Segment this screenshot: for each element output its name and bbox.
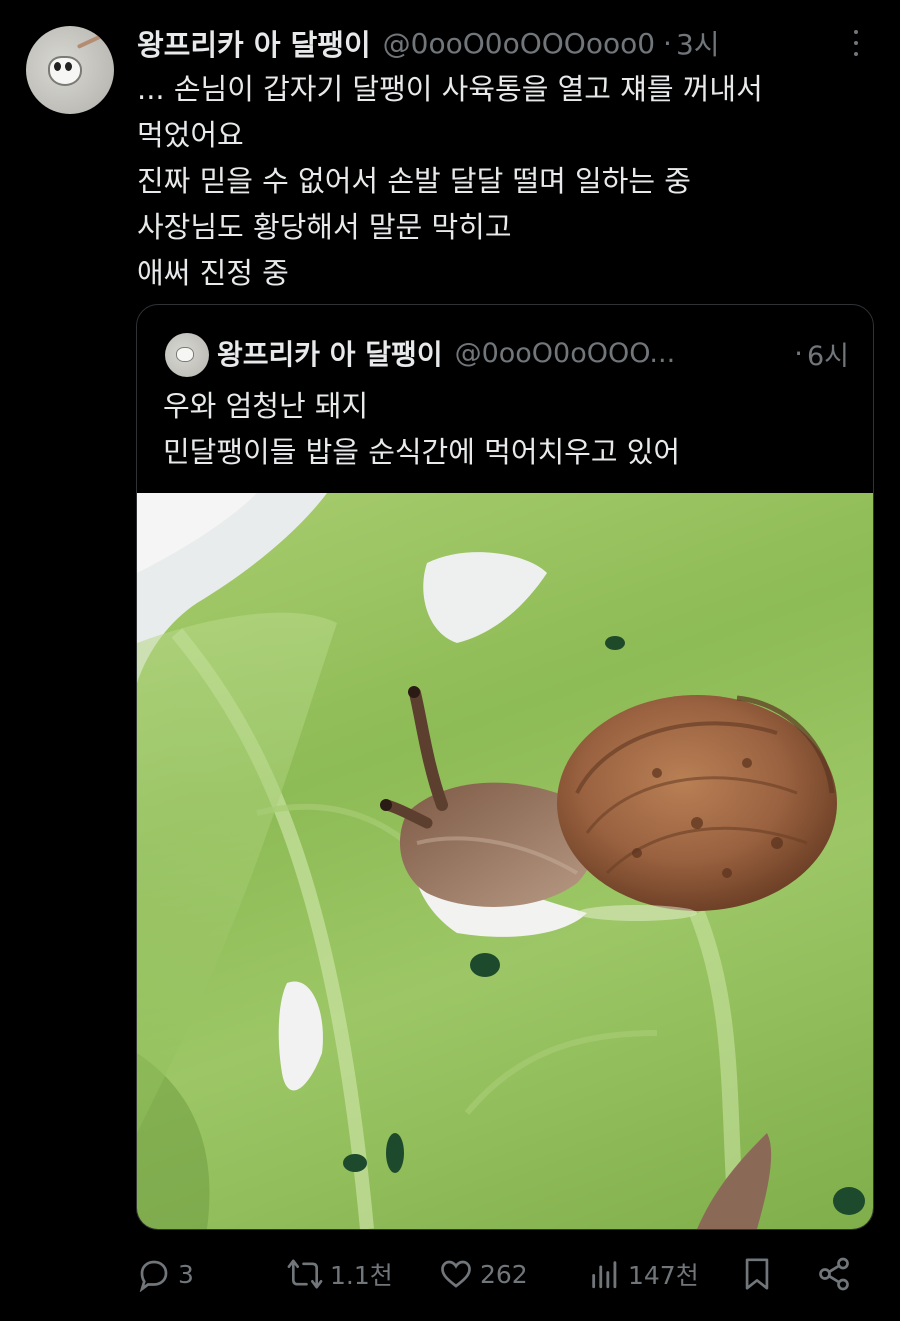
- avatar-snail-face: [176, 347, 194, 362]
- share-icon: [819, 1257, 849, 1291]
- quoted-text-line: 민달팽이들 밥을 순식간에 먹어치우고 있어: [163, 435, 681, 469]
- avatar-snail-face: [48, 56, 82, 86]
- tweet-text-line: ... 손님이 갑자기 달팽이 사육통을 열고 쟤를 꺼내서: [137, 72, 763, 106]
- quoted-tweet-card[interactable]: 왕프리카 아 달팽이 @0ooO0oOOO... · 6시 우와 엄청난 돼지 …: [136, 304, 874, 1230]
- avatar-eye: [65, 62, 72, 71]
- author-avatar[interactable]: [26, 26, 114, 114]
- quoted-tweet-header: 왕프리카 아 달팽이 @0ooO0oOOO... · 6시: [217, 333, 849, 373]
- tweet-text-line: 애써 진정 중: [137, 256, 289, 290]
- avatar-eye: [54, 62, 61, 71]
- tweet-text-line: 사장님도 황당해서 말문 막히고: [137, 210, 512, 244]
- views-icon: [592, 1261, 617, 1289]
- retweet-count: 1.1천: [330, 1261, 393, 1290]
- tweet-text: ... 손님이 갑자기 달팽이 사육통을 열고 쟤를 꺼내서 먹었어요 진짜 믿…: [137, 66, 857, 296]
- tweet-timestamp[interactable]: 3시: [676, 23, 720, 63]
- like-count: 262: [480, 1259, 528, 1289]
- bookmark-button[interactable]: [740, 1255, 816, 1293]
- reply-button[interactable]: 3: [136, 1256, 286, 1292]
- tweet-text-line: 먹었어요: [137, 118, 244, 152]
- separator-dot: ·: [794, 336, 803, 370]
- bookmark-icon: [745, 1258, 769, 1290]
- tweet-header: 왕프리카 아 달팽이 @0ooO0oOOOooo0 · 3시: [137, 22, 720, 64]
- heart-icon: [441, 1260, 471, 1288]
- avatar-snail-tentacle: [76, 31, 110, 49]
- author-name[interactable]: 왕프리카 아 달팽이: [137, 22, 371, 64]
- tweet-action-bar: 3 1.1천 262 147천: [136, 1252, 866, 1296]
- reply-icon: [139, 1260, 168, 1292]
- share-button[interactable]: [816, 1256, 858, 1292]
- reply-count: 3: [178, 1259, 194, 1289]
- quoted-author-avatar[interactable]: [165, 333, 209, 377]
- quoted-author-name[interactable]: 왕프리카 아 달팽이: [217, 333, 443, 373]
- quoted-tweet-timestamp[interactable]: 6시: [807, 334, 849, 373]
- quoted-author-handle[interactable]: @0ooO0oOOO...: [455, 338, 676, 369]
- retweet-button[interactable]: 1.1천: [286, 1256, 438, 1292]
- separator-dot: ·: [663, 26, 672, 60]
- author-handle[interactable]: @0ooO0oOOOooo0: [383, 27, 655, 60]
- retweet-icon: [287, 1259, 323, 1289]
- tweet-text-line: 진짜 믿을 수 없어서 손발 달달 떨며 일하는 중: [137, 164, 691, 198]
- quoted-tweet-photo[interactable]: [137, 493, 873, 1229]
- snail-photo-illustration: [137, 493, 865, 1229]
- like-button[interactable]: 262: [438, 1256, 588, 1292]
- view-count: 147천: [628, 1261, 699, 1290]
- more-dots-icon[interactable]: [850, 30, 862, 56]
- quoted-tweet-text: 우와 엄청난 돼지 민달팽이들 밥을 순식간에 먹어치우고 있어: [163, 383, 853, 475]
- views-button[interactable]: 147천: [588, 1256, 740, 1292]
- quoted-text-line: 우와 엄청난 돼지: [163, 389, 369, 423]
